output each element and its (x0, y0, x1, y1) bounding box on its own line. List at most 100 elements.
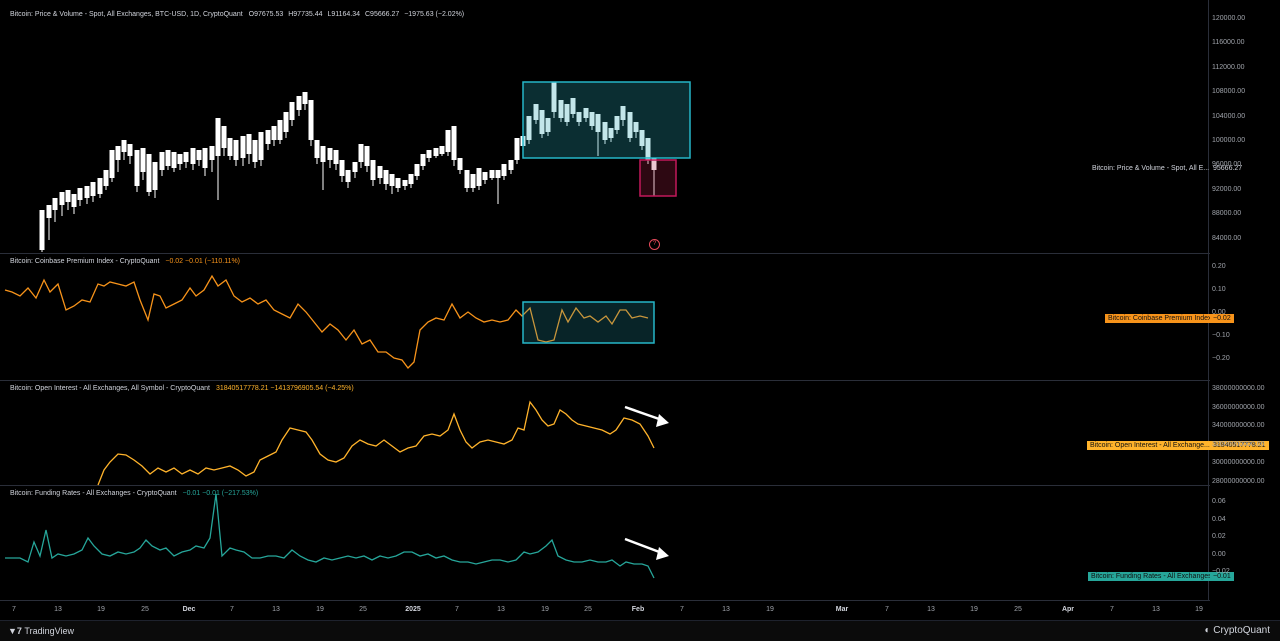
candle-body (84, 186, 90, 198)
funding-axis-tick: 0.04 (1212, 515, 1226, 523)
candle-body (103, 170, 109, 186)
time-axis-tick: 7 (680, 606, 684, 613)
candle-body (508, 160, 514, 170)
price-axis-tick: 104000.00 (1212, 112, 1246, 120)
premium-axis-tick: −0.20 (1212, 355, 1230, 362)
candle-body (246, 134, 252, 154)
funding-axis-tick: −0.02 (1212, 568, 1230, 575)
candle-body (308, 100, 314, 140)
price-series-label: Bitcoin: Price & Volume - Spot, All E... (1092, 165, 1210, 172)
candle-body (134, 150, 140, 186)
time-axis-tick: 13 (722, 606, 730, 613)
candle-body (196, 150, 202, 160)
oi-values: 31840517778.21 −1413796905.54 (−4.25%) (215, 385, 354, 392)
funding-values: −0.01 −0.01 (−217.53%) (182, 490, 259, 497)
candle-body (146, 154, 152, 192)
consolidation-box (522, 81, 691, 159)
candle-body (420, 154, 426, 166)
time-axis-tick: 13 (54, 606, 62, 613)
tradingview-logo[interactable]: ▼7 TradingView (8, 626, 74, 636)
premium-axis-tick: 0.20 (1212, 263, 1226, 270)
time-axis-tick: 13 (1152, 606, 1160, 613)
funding-series-tag: Bitcoin: Funding Rates - All Exchanges (1088, 572, 1215, 581)
premium-pane-legend[interactable]: Bitcoin: Coinbase Premium Index - Crypto… (10, 258, 240, 265)
oi-tag-label: Bitcoin: Open Interest - All Exchange... (1090, 442, 1210, 449)
time-axis-tick: 13 (927, 606, 935, 613)
candle-body (221, 126, 227, 148)
cryptoquant-text: CryptoQuant (1213, 625, 1270, 636)
candle-body (364, 146, 370, 166)
time-axis-tick: 19 (970, 606, 978, 613)
oi-axis-tick: 30000000000.00 (1212, 459, 1265, 466)
price-axis-tick: 96000.00 (1212, 161, 1242, 169)
time-axis-tick: 13 (272, 606, 280, 613)
time-axis-tick: 7 (1110, 606, 1114, 613)
price-axis-tick: 88000.00 (1212, 210, 1242, 218)
candle-body (358, 144, 364, 162)
ohlc-low: 91164.34 (331, 11, 361, 18)
candle-body (109, 150, 115, 178)
oi-axis-tick: 32000000000.00 (1212, 440, 1265, 448)
tradingview-text: TradingView (24, 626, 74, 636)
candle-body (377, 166, 383, 178)
cryptoquant-logo[interactable]: ◐ CryptoQuant (1204, 625, 1270, 636)
funding-arrow-shaft (624, 537, 663, 555)
alert-marker-glyph: ? (652, 241, 657, 247)
candle-body (408, 174, 414, 184)
funding-axis-tick: 0.02 (1212, 533, 1226, 540)
price-axis-tick: 116000.00 (1212, 39, 1245, 47)
candle-body (395, 178, 401, 188)
candle-body (389, 174, 395, 186)
candle-body (77, 188, 83, 200)
candle-body (470, 174, 476, 188)
funding-pane-legend[interactable]: Bitcoin: Funding Rates - All Exchanges -… (10, 490, 258, 497)
candle-body (215, 118, 221, 156)
candle-body (202, 148, 208, 168)
premium-axis-tick: 0.10 (1212, 286, 1226, 293)
time-axis-tick: 25 (584, 606, 592, 613)
oi-axis-tick: 38000000000.00 (1212, 385, 1265, 392)
candle-body (283, 112, 289, 132)
candle-body (296, 96, 302, 110)
alert-marker[interactable]: ? (649, 239, 660, 250)
ohlc-close: 95666.27 (370, 11, 400, 18)
price-axis-tick: 92000.00 (1212, 185, 1242, 193)
price-pane-legend[interactable]: Bitcoin: Price & Volume - Spot, All Exch… (10, 11, 464, 18)
candle-body (514, 138, 520, 160)
cryptoquant-logo-icon: ◐ (1204, 625, 1214, 636)
candle-body (327, 148, 333, 160)
oi-arrow-shaft (624, 405, 663, 422)
candle-body (314, 140, 320, 158)
candle-body (97, 178, 103, 194)
candle-body (39, 210, 45, 250)
funding-tag-label: Bitcoin: Funding Rates - All Exchanges (1091, 573, 1212, 580)
footer-bar: ▼7 TradingView ◐ CryptoQuant (0, 620, 1280, 641)
premium-values: −0.02 −0.01 (−110.11%) (165, 258, 241, 265)
candle-body (271, 126, 277, 140)
candle-body (489, 170, 495, 178)
premium-series-tag: Bitcoin: Coinbase Premium Index (1105, 314, 1215, 323)
candle-body (320, 146, 326, 162)
breakdown-box (639, 159, 677, 197)
candle-body (370, 160, 376, 180)
oi-axis-tick: 36000000000.00 (1212, 403, 1265, 411)
candle-body (464, 170, 470, 188)
chart-canvas[interactable] (0, 0, 1280, 640)
ohlc-open: 97675.53 (254, 11, 284, 18)
time-axis-tick: 19 (766, 606, 774, 613)
oi-pane-legend[interactable]: Bitcoin: Open Interest - All Exchanges, … (10, 385, 354, 392)
candle-body (52, 198, 58, 210)
premium-pane-title: Bitcoin: Coinbase Premium Index - Crypto… (10, 258, 160, 265)
premium-tag-value: −0.02 (1213, 315, 1231, 322)
candle-body (121, 140, 127, 152)
time-axis-tick: 25 (359, 606, 367, 613)
funding-pane-title: Bitcoin: Funding Rates - All Exchanges -… (10, 490, 177, 497)
candle-body (233, 140, 239, 160)
time-axis-tick: 25 (141, 606, 149, 613)
candle-body (265, 130, 271, 144)
candle-body (495, 170, 501, 178)
time-axis-tick: 19 (316, 606, 324, 613)
candle-body (414, 164, 420, 176)
candle-body (71, 194, 77, 207)
candle-body (115, 146, 121, 160)
